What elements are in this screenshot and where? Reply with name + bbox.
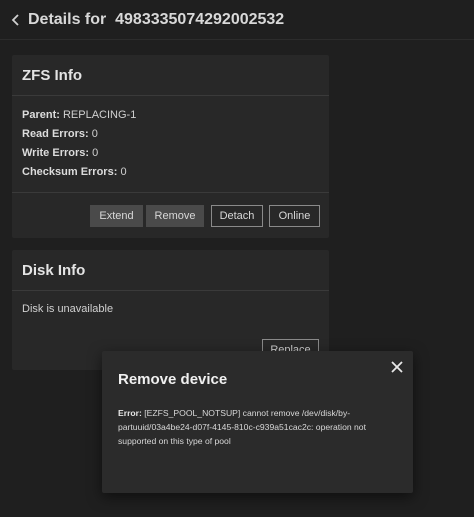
info-row-checksum-errors: Checksum Errors: 0 (22, 163, 319, 182)
info-row-read-errors: Read Errors: 0 (22, 125, 319, 144)
close-icon[interactable] (389, 359, 405, 375)
info-row-write-errors: Write Errors: 0 (22, 144, 319, 163)
info-value: 0 (120, 166, 127, 178)
zfs-info-title: ZFS Info (12, 55, 329, 96)
disk-info-title: Disk Info (12, 250, 329, 291)
info-label: Write Errors: (22, 147, 90, 159)
info-label: Parent: (22, 109, 60, 121)
info-label: Read Errors: (22, 128, 89, 140)
info-row-parent: Parent: REPLACING-1 (22, 106, 319, 125)
detach-button[interactable]: Detach (211, 205, 263, 227)
error-text: [EZFS_POOL_NOTSUP] cannot remove /dev/di… (118, 408, 366, 446)
info-value: REPLACING-1 (62, 109, 137, 121)
page-title: Details for 4983335074292002532 (28, 10, 285, 28)
page-header: Details for 4983335074292002532 (0, 0, 474, 40)
info-value: 0 (91, 128, 98, 140)
zfs-info-actions: Extend Remove Detach Online (12, 192, 329, 238)
zfs-info-list: Parent: REPLACING-1 Read Errors: 0 Write… (12, 96, 329, 182)
info-label: Checksum Errors: (22, 166, 118, 178)
chevron-left-icon[interactable] (6, 10, 26, 30)
dialog-title: Remove device (118, 371, 228, 388)
remove-device-dialog: Remove device Error: [EZFS_POOL_NOTSUP] … (102, 351, 413, 493)
info-value: 0 (92, 147, 99, 159)
extend-button[interactable]: Extend (90, 205, 143, 227)
remove-button[interactable]: Remove (146, 205, 204, 227)
error-label: Error: (118, 408, 142, 418)
dialog-message: Error: [EZFS_POOL_NOTSUP] cannot remove … (118, 406, 393, 448)
disk-status-message: Disk is unavailable (22, 303, 114, 315)
online-button[interactable]: Online (269, 205, 320, 227)
zfs-info-card: ZFS Info Parent: REPLACING-1 Read Errors… (12, 55, 329, 238)
